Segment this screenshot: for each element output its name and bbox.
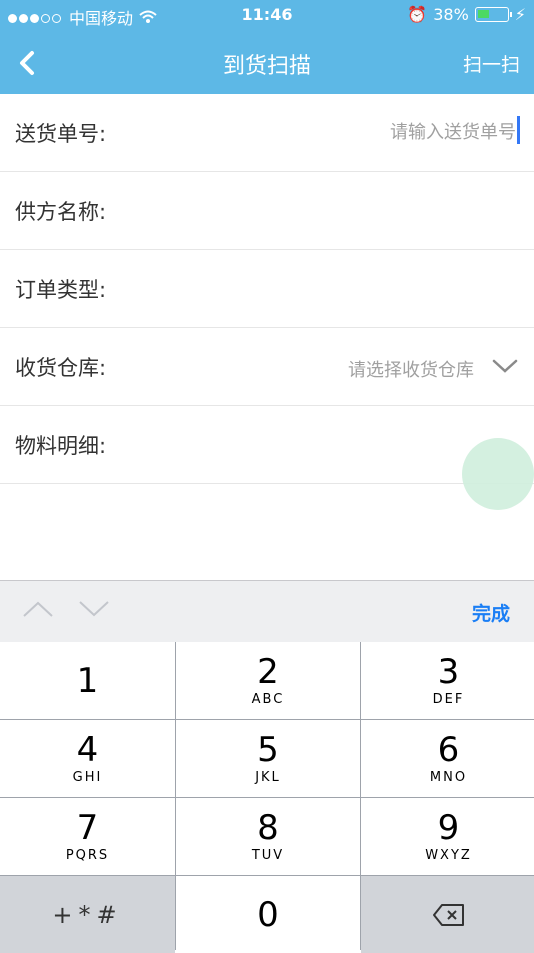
supplier-row: 供方名称:: [0, 172, 534, 250]
material-row: 物料明细:: [0, 406, 534, 484]
order-type-label: 订单类型:: [15, 278, 107, 302]
page-title: 到货扫描: [222, 54, 311, 79]
warehouse-row[interactable]: 收货仓库: 请选择收货仓库: [0, 328, 534, 406]
key-3[interactable]: 3 DEF: [361, 642, 534, 719]
warehouse-select[interactable]: 请选择收货仓库: [348, 356, 474, 382]
key-number: 5: [257, 730, 279, 770]
key-number: 9: [437, 808, 460, 848]
order-type-row: 订单类型:: [0, 250, 534, 328]
key-letters: JKL: [255, 770, 281, 785]
floating-circle[interactable]: [462, 438, 534, 510]
key-number: 6: [437, 730, 460, 770]
key-letters: WXYZ: [425, 848, 472, 863]
done-button[interactable]: 完成: [472, 599, 510, 626]
key-number: 0: [257, 894, 279, 935]
nav-bar: 到货扫描 扫一扫: [0, 38, 534, 88]
key-1[interactable]: 1: [0, 642, 175, 719]
symbols-key[interactable]: +*#: [0, 876, 175, 953]
header: 中国移动 11:46 ⏰ 38% ⚡ 到货扫描 扫一扫: [0, 0, 534, 94]
numeric-keypad: 1 2 ABC 3 DEF 4 GHI 5 JKL 6 MNO 7 PQRS 8 TUV 9W…: [0, 642, 534, 953]
backspace-icon: [432, 903, 464, 926]
key-number: 3: [437, 652, 460, 692]
key-6[interactable]: 6 MNO: [361, 720, 534, 797]
key-number: 8: [257, 808, 279, 848]
symbols-label: +*#: [52, 900, 123, 929]
key-9[interactable]: 9 WXYZ: [361, 798, 534, 875]
material-label: 物料明细:: [15, 434, 107, 458]
delivery-no-input[interactable]: 请输入送货单号: [260, 112, 520, 148]
key-letters: MNO: [429, 770, 468, 785]
key-letters: PQRS: [65, 848, 110, 863]
delivery-no-row[interactable]: 送货单号: 请输入送货单号: [0, 94, 534, 172]
alarm-icon: ⏰: [407, 5, 428, 24]
text-cursor: [517, 116, 520, 144]
key-number: 7: [76, 808, 99, 848]
key-4[interactable]: 4 GHI: [0, 720, 175, 797]
form: 送货单号: 请输入送货单号 供方名称: 订单类型: 收货仓库: 请选择收货仓库 …: [0, 94, 534, 484]
battery-percent: 38%: [433, 5, 469, 24]
keyboard-toolbar: 完成: [0, 580, 534, 643]
key-2[interactable]: 2 ABC: [176, 642, 360, 719]
key-number: 2: [257, 652, 279, 692]
chevron-up-icon[interactable]: [22, 599, 54, 619]
status-bar: 中国移动 11:46 ⏰ 38% ⚡: [0, 0, 534, 30]
key-0[interactable]: 0: [176, 876, 360, 953]
key-number: 4: [76, 730, 99, 770]
key-letters: ABC: [251, 692, 285, 707]
key-7[interactable]: 7 PQRS: [0, 798, 175, 875]
key-letters: GHI: [72, 770, 103, 785]
key-8[interactable]: 8 TUV: [176, 798, 360, 875]
key-letters: TUV: [251, 848, 285, 863]
scan-button[interactable]: 扫一扫: [463, 50, 520, 77]
chevron-down-icon[interactable]: [78, 599, 110, 619]
warehouse-label: 收货仓库:: [15, 356, 107, 380]
key-letters: DEF: [432, 692, 465, 707]
charging-icon: ⚡: [514, 5, 526, 24]
key-5[interactable]: 5 JKL: [176, 720, 360, 797]
chevron-down-icon[interactable]: [492, 358, 518, 374]
delivery-no-label: 送货单号:: [15, 122, 107, 146]
delete-key[interactable]: [361, 876, 534, 953]
key-number: 1: [76, 660, 99, 701]
supplier-label: 供方名称:: [15, 200, 107, 224]
battery-icon: [474, 7, 512, 22]
delivery-no-placeholder: 请输入送货单号: [390, 122, 516, 143]
